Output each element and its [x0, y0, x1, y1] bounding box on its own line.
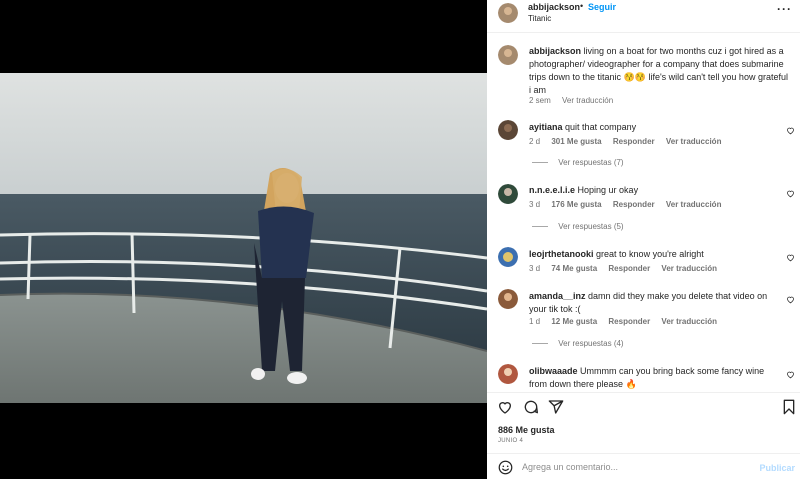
- comment-username[interactable]: ayitiana: [529, 122, 563, 132]
- view-replies-label[interactable]: Ver respuestas (5): [558, 222, 623, 231]
- comment-likes[interactable]: 12 Me gusta: [551, 317, 597, 326]
- like-comment-icon[interactable]: [786, 189, 795, 198]
- bookmark-icon[interactable]: [781, 399, 797, 415]
- reply-button[interactable]: Responder: [608, 264, 650, 273]
- caption-translate[interactable]: Ver traducción: [562, 96, 613, 105]
- comment-time[interactable]: 3 d: [529, 264, 540, 273]
- comment-likes[interactable]: 301 Me gusta: [551, 137, 601, 146]
- share-icon[interactable]: [548, 399, 564, 415]
- likes-count[interactable]: 886 Me gusta: [498, 425, 555, 435]
- comment-4: amanda__inz damn did they make you delet…: [529, 290, 779, 316]
- replies-line: [532, 226, 548, 228]
- view-replies-label[interactable]: Ver respuestas (4): [558, 339, 623, 348]
- translate-button[interactable]: Ver traducción: [666, 137, 722, 146]
- comment-text: Hoping ur okay: [577, 185, 639, 195]
- reply-button[interactable]: Responder: [613, 137, 655, 146]
- comment-username[interactable]: olibwaaade: [529, 366, 578, 376]
- comment-meta: 2 d 301 Me gusta Responder Ver traducció…: [529, 137, 730, 146]
- post-caption: abbijackson living on a boat for two mon…: [529, 45, 791, 97]
- view-replies[interactable]: Ver respuestas (5): [532, 222, 624, 231]
- translate-button[interactable]: Ver traducción: [666, 200, 722, 209]
- comment-2: n.n.e.e.l.i.e Hoping ur okay: [529, 184, 779, 197]
- comment-meta: 1 d 12 Me gusta Responder Ver traducción: [529, 317, 726, 326]
- like-comment-icon[interactable]: [786, 295, 795, 304]
- caption-time[interactable]: 2 sem: [529, 96, 551, 105]
- comment-avatar[interactable]: [498, 247, 518, 267]
- comment-1: ayitiana quit that company: [529, 121, 779, 134]
- post-date[interactable]: Junio 4: [498, 438, 523, 444]
- caption-username[interactable]: abbijackson: [529, 46, 581, 56]
- comment-avatar[interactable]: [498, 364, 518, 384]
- translate-button[interactable]: Ver traducción: [661, 317, 717, 326]
- post-header: abbijackson • Seguir Titanic ···: [487, 0, 800, 33]
- comment-avatar[interactable]: [498, 120, 518, 140]
- comment-avatar[interactable]: [498, 184, 518, 204]
- comment-5: olibwaaade Ummmm can you bring back some…: [529, 365, 779, 391]
- separator-dot: •: [580, 1, 584, 11]
- comment-icon[interactable]: [523, 399, 539, 415]
- comment-avatar[interactable]: [498, 289, 518, 309]
- post-location[interactable]: Titanic: [528, 14, 551, 23]
- post-actions: [487, 392, 800, 420]
- emoji-icon[interactable]: [498, 460, 513, 475]
- comment-time[interactable]: 1 d: [529, 317, 540, 326]
- like-comment-icon[interactable]: [786, 253, 795, 262]
- author-username[interactable]: abbijackson: [528, 2, 580, 12]
- comment-meta: 3 d 74 Me gusta Responder Ver traducción: [529, 264, 726, 273]
- like-comment-icon[interactable]: [786, 126, 795, 135]
- heart-icon[interactable]: [497, 399, 513, 415]
- comment-username[interactable]: amanda__inz: [529, 291, 586, 301]
- comment-3: leojrthetanooki great to know you're alr…: [529, 248, 779, 261]
- more-options-icon[interactable]: ···: [777, 2, 792, 16]
- caption-avatar[interactable]: [498, 45, 518, 65]
- view-replies[interactable]: Ver respuestas (4): [532, 339, 624, 348]
- replies-line: [532, 162, 548, 164]
- comment-time[interactable]: 3 d: [529, 200, 540, 209]
- post-photo[interactable]: [0, 73, 487, 403]
- comment-meta: 3 d 176 Me gusta Responder Ver traducció…: [529, 200, 730, 209]
- comment-time[interactable]: 2 d: [529, 137, 540, 146]
- comment-text: great to know you're alright: [596, 249, 704, 259]
- post-panel: abbijackson • Seguir Titanic ··· abbijac…: [487, 0, 800, 479]
- reply-button[interactable]: Responder: [608, 317, 650, 326]
- post-media: [0, 0, 487, 479]
- translate-button[interactable]: Ver traducción: [661, 264, 717, 273]
- replies-line: [532, 343, 548, 345]
- reply-button[interactable]: Responder: [613, 200, 655, 209]
- caption-meta: 2 sem Ver traducción: [529, 96, 622, 105]
- view-replies[interactable]: Ver respuestas (7): [532, 158, 624, 167]
- comment-input[interactable]: [522, 460, 752, 474]
- post-comment-button[interactable]: Publicar: [759, 463, 795, 473]
- like-comment-icon[interactable]: [786, 370, 795, 379]
- follow-button[interactable]: Seguir: [588, 2, 616, 12]
- comment-text: quit that company: [565, 122, 637, 132]
- comment-username[interactable]: n.n.e.e.l.i.e: [529, 185, 575, 195]
- add-comment-bar: Publicar: [487, 453, 800, 479]
- comment-likes[interactable]: 176 Me gusta: [551, 200, 601, 209]
- view-replies-label[interactable]: Ver respuestas (7): [558, 158, 623, 167]
- author-avatar[interactable]: [498, 3, 518, 23]
- comment-username[interactable]: leojrthetanooki: [529, 249, 594, 259]
- comment-likes[interactable]: 74 Me gusta: [551, 264, 597, 273]
